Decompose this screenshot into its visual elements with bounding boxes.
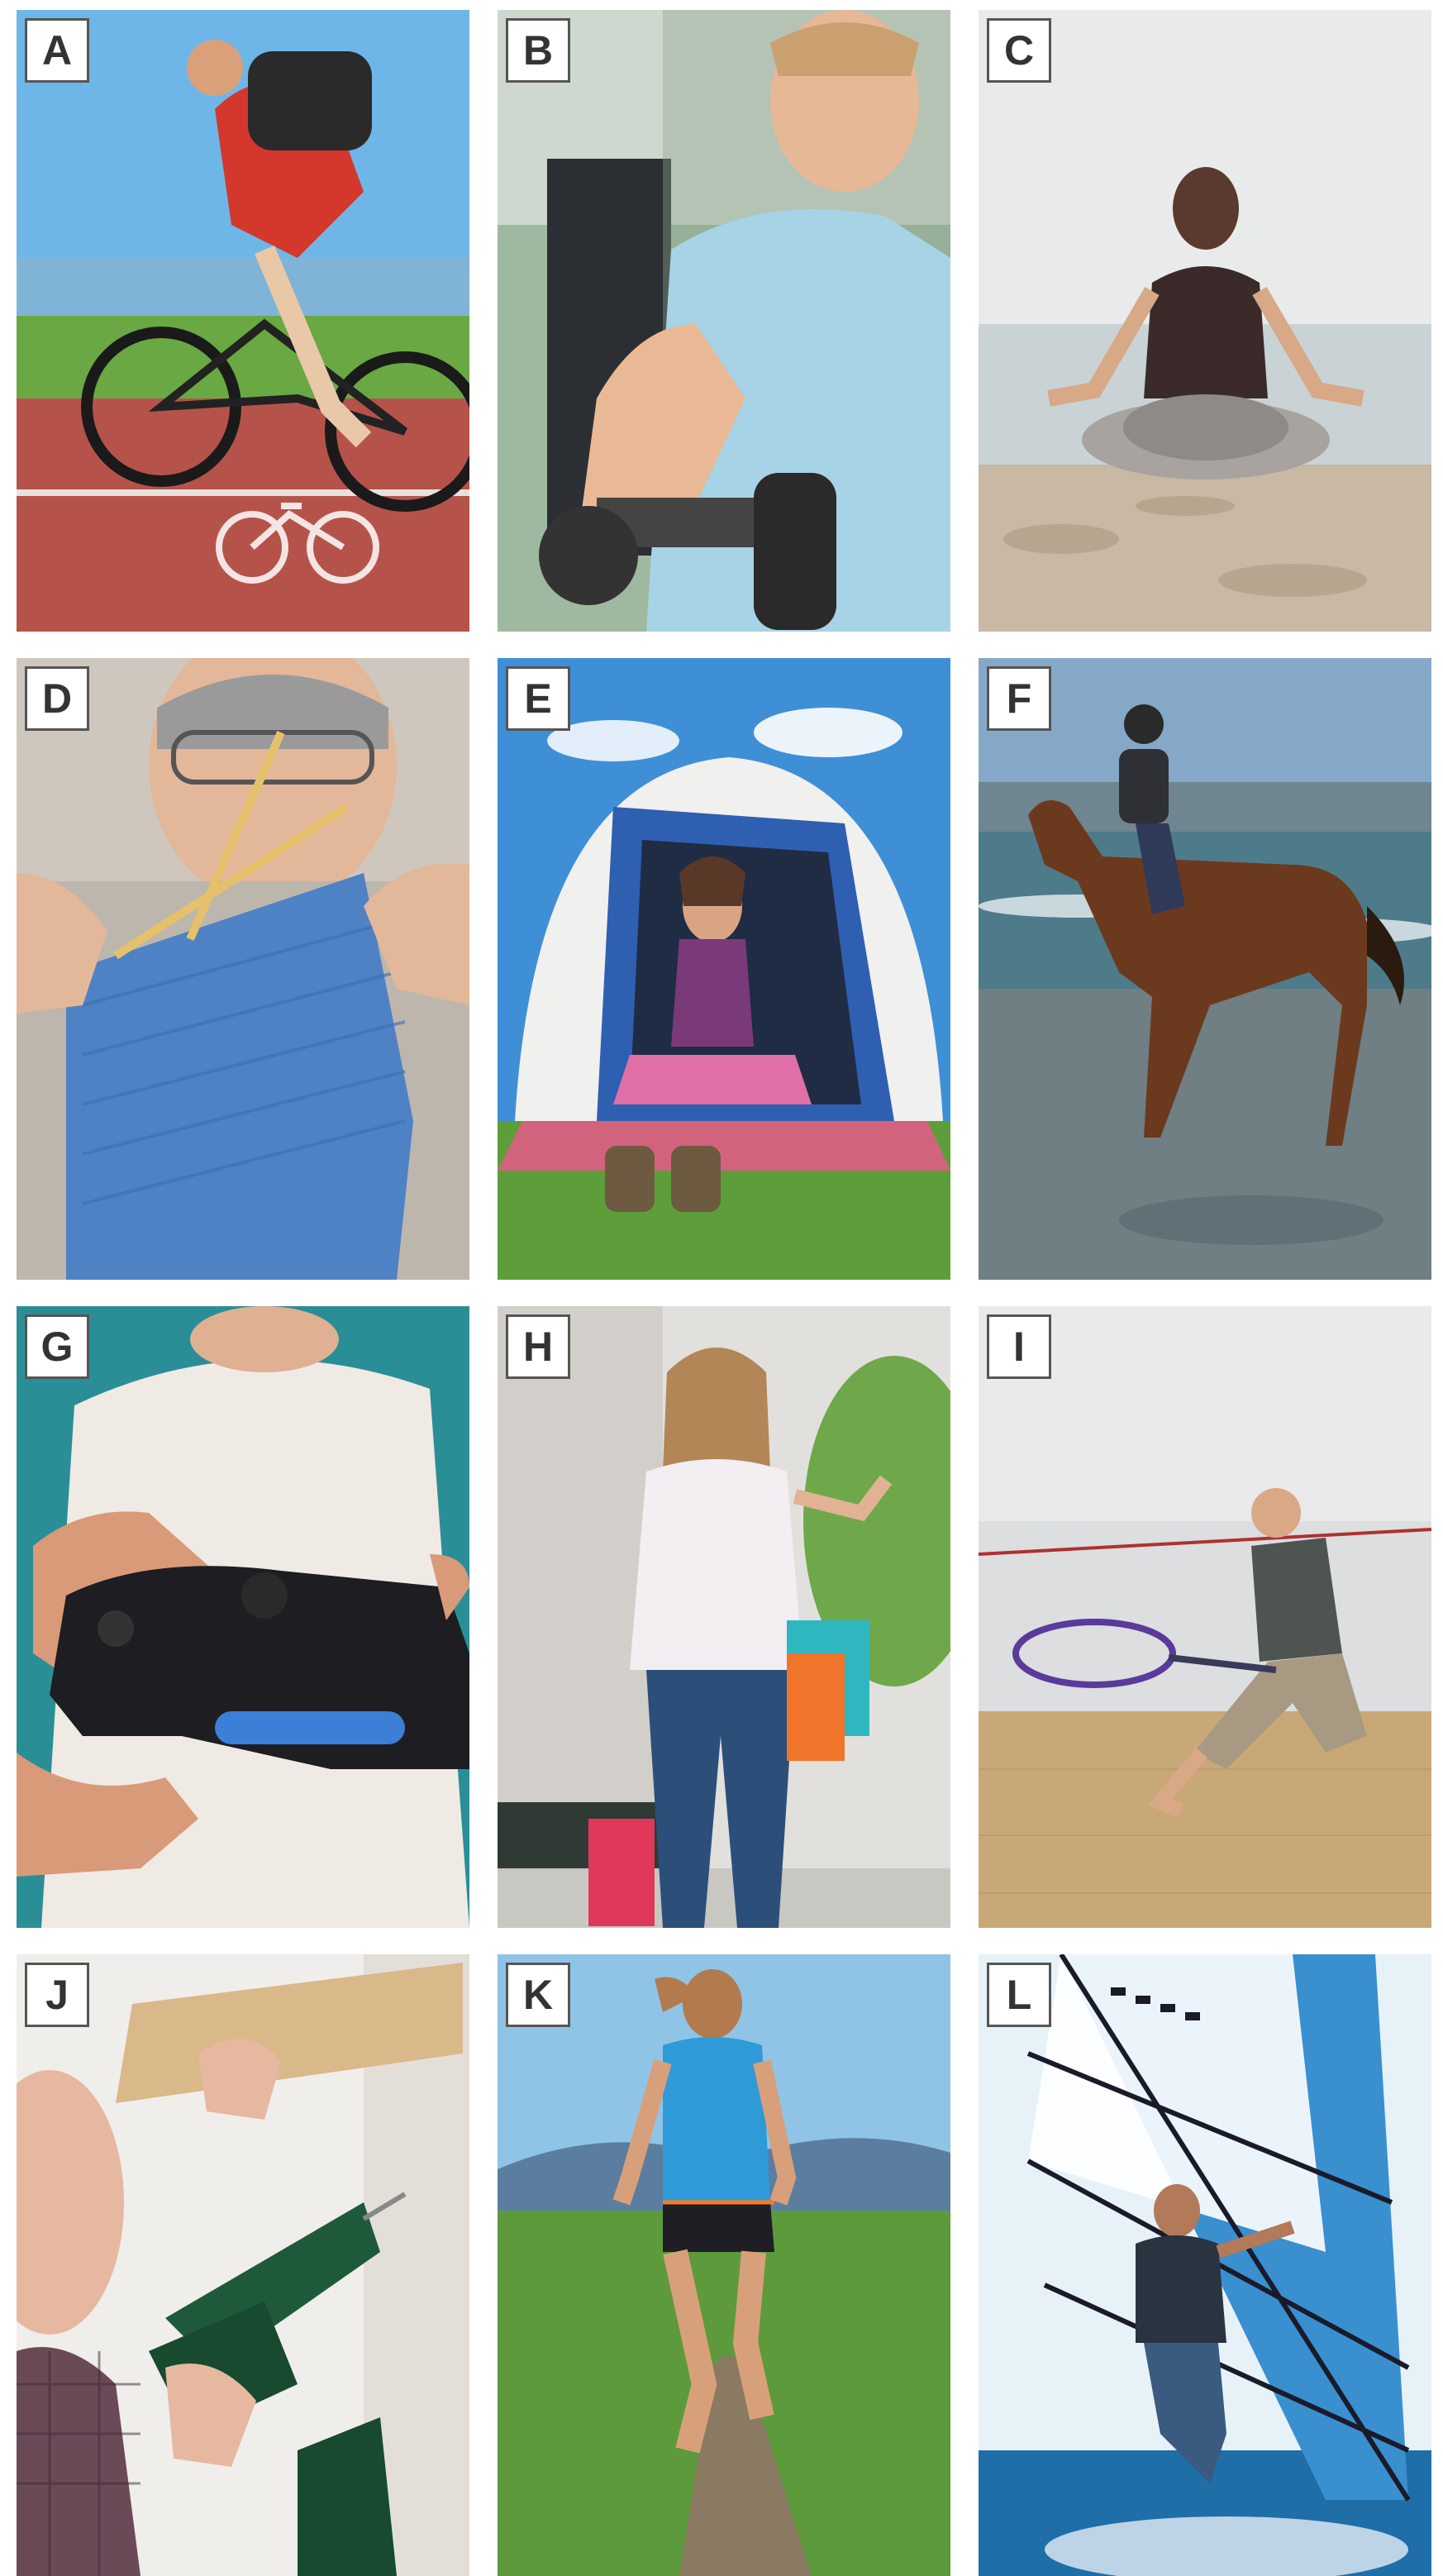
windsurfing-photo xyxy=(979,1954,1431,2576)
squash-photo xyxy=(979,1306,1431,1928)
tile-letter-badge: D xyxy=(25,666,89,731)
photo-tile-windsurfing: L xyxy=(979,1954,1431,2576)
tile-letter-badge: C xyxy=(987,18,1051,83)
photo-tile-knitting: D xyxy=(17,658,469,1280)
tile-letter-badge: J xyxy=(25,1963,89,2027)
photo-grid: A B C D E F G H I J K L xyxy=(17,10,1431,2576)
photo-tile-diy-drilling: J xyxy=(17,1954,469,2576)
photo-tile-weightlifting: B xyxy=(498,10,950,632)
tile-letter-badge: K xyxy=(506,1963,570,2027)
tile-letter-badge: A xyxy=(25,18,89,83)
diy-drilling-photo xyxy=(17,1954,469,2576)
tile-letter-badge: B xyxy=(506,18,570,83)
tile-letter-badge: E xyxy=(506,666,570,731)
photo-tile-shopping: H xyxy=(498,1306,950,1928)
running-photo xyxy=(498,1954,950,2576)
photo-tile-camping: E xyxy=(498,658,950,1280)
tile-letter-badge: G xyxy=(25,1314,89,1379)
photo-tile-running: K xyxy=(498,1954,950,2576)
photo-tile-squash: I xyxy=(979,1306,1431,1928)
photo-tile-cycling: A xyxy=(17,10,469,632)
tile-letter-badge: I xyxy=(987,1314,1051,1379)
knitting-photo xyxy=(17,658,469,1280)
tile-letter-badge: L xyxy=(987,1963,1051,2027)
weightlifting-photo xyxy=(498,10,950,632)
photo-tile-yoga-meditation: C xyxy=(979,10,1431,632)
photo-tile-horse-riding: F xyxy=(979,658,1431,1280)
tile-letter-badge: H xyxy=(506,1314,570,1379)
video-gaming-photo xyxy=(17,1306,469,1928)
horse-riding-photo xyxy=(979,658,1431,1280)
photo-tile-video-gaming: G xyxy=(17,1306,469,1928)
yoga-photo xyxy=(979,10,1431,632)
cycling-photo xyxy=(17,10,469,632)
tile-letter-badge: F xyxy=(987,666,1051,731)
shopping-photo xyxy=(498,1306,950,1928)
camping-photo xyxy=(498,658,950,1280)
